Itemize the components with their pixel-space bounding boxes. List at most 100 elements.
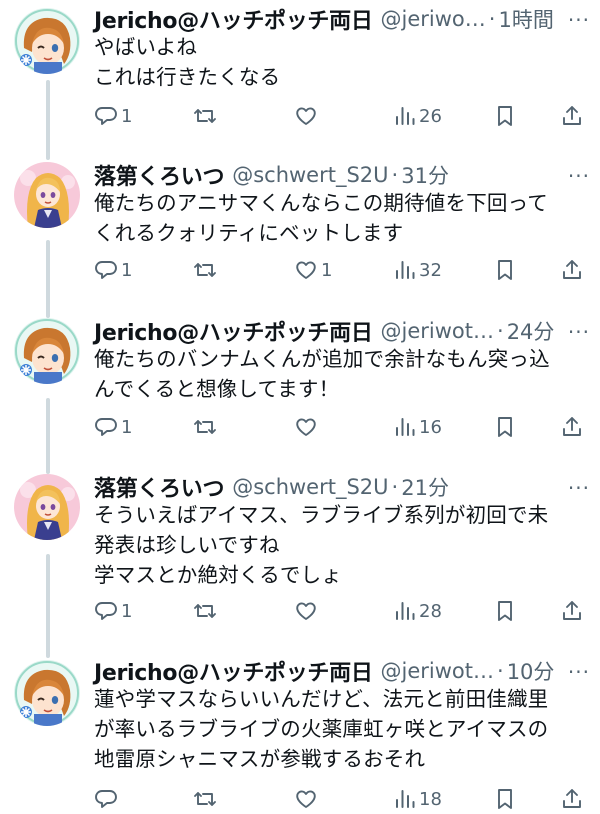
avatar[interactable] bbox=[14, 660, 80, 726]
views-count: 32 bbox=[419, 259, 442, 281]
more-options-icon[interactable]: ··· bbox=[568, 660, 590, 684]
share-button[interactable] bbox=[560, 412, 584, 442]
like-button[interactable]: 1 bbox=[294, 255, 332, 285]
bookmark-icon bbox=[494, 787, 516, 811]
avatar[interactable] bbox=[14, 8, 80, 74]
tweet[interactable]: 落第くろいつ @schwert_S2U · 31分 ··· 俺たちのアニサマくん… bbox=[0, 158, 600, 298]
share-icon bbox=[560, 415, 584, 439]
tweet[interactable]: Jericho@ハッチポッチ両日 @jeriwot… · 24分 ··· 俺たち… bbox=[0, 314, 600, 454]
tweet-text-line: 地雷原シャニマスが参戦するおそれ bbox=[94, 747, 426, 771]
reply-icon bbox=[94, 787, 118, 811]
retweet-icon bbox=[192, 787, 218, 811]
retweet-icon bbox=[192, 599, 218, 623]
bookmark-button[interactable] bbox=[494, 255, 516, 285]
views-icon bbox=[394, 104, 416, 128]
like-button[interactable] bbox=[294, 101, 321, 131]
separator-dot: · bbox=[497, 319, 504, 343]
reply-count: 1 bbox=[121, 600, 133, 622]
tweet[interactable]: Jericho@ハッチポッチ両日 @jeriwot… · 10分 ··· 蓮や学… bbox=[0, 654, 600, 810]
tweet-header: Jericho@ハッチポッチ両日 @jeriwot… · 24分 bbox=[94, 314, 600, 348]
retweet-button[interactable] bbox=[192, 412, 221, 442]
views-count: 16 bbox=[419, 416, 442, 438]
bookmark-icon bbox=[494, 104, 516, 128]
like-button[interactable] bbox=[294, 596, 321, 626]
bookmark-button[interactable] bbox=[494, 101, 516, 131]
views-button[interactable]: 16 bbox=[394, 412, 442, 442]
avatar[interactable] bbox=[14, 318, 80, 384]
tweet-text-line: 学マスとか絶対くるでしょ bbox=[94, 563, 342, 587]
retweet-icon bbox=[192, 258, 218, 282]
user-handle[interactable]: @jeriwot… bbox=[381, 319, 494, 343]
user-handle[interactable]: @schwert_S2U bbox=[232, 163, 388, 187]
share-button[interactable] bbox=[560, 101, 584, 131]
timestamp[interactable]: 24分 bbox=[507, 316, 555, 346]
action-bar: 1 28 bbox=[94, 596, 600, 626]
tweet[interactable]: Jericho@ハッチポッチ両日 @jeriwo… · 1時間 ··· やばいよ… bbox=[0, 2, 600, 142]
action-bar: 1 1 32 bbox=[94, 255, 600, 285]
display-name[interactable]: 落第くろいつ bbox=[94, 159, 225, 191]
tweet-header: 落第くろいつ @schwert_S2U · 31分 bbox=[94, 158, 600, 192]
tweet-text-line: 俺たちのバンナムくんが追加で余計なもん突っ込 bbox=[94, 347, 550, 371]
bookmark-icon bbox=[494, 599, 516, 623]
share-icon bbox=[560, 104, 584, 128]
tweet-header: Jericho@ハッチポッチ両日 @jeriwo… · 1時間 bbox=[94, 2, 600, 36]
more-options-icon[interactable]: ··· bbox=[568, 8, 590, 32]
views-button[interactable]: 32 bbox=[394, 255, 442, 285]
display-name[interactable]: 落第くろいつ bbox=[94, 471, 225, 503]
views-icon bbox=[394, 599, 416, 623]
user-handle[interactable]: @schwert_S2U bbox=[232, 475, 388, 499]
user-handle[interactable]: @jeriwo… bbox=[381, 7, 486, 31]
reply-icon bbox=[94, 415, 118, 439]
separator-dot: · bbox=[488, 7, 496, 31]
tweet-text-line: 蓮や学マスならいいんだけど、法元と前田佳織里 bbox=[94, 687, 549, 711]
more-options-icon[interactable]: ··· bbox=[568, 164, 590, 188]
tweet[interactable]: 落第くろいつ @schwert_S2U · 21分 ··· そういえばアイマス、… bbox=[0, 470, 600, 640]
timestamp[interactable]: 10分 bbox=[507, 656, 555, 686]
heart-icon bbox=[294, 258, 318, 282]
tweet-text-line: やばいよね bbox=[94, 35, 198, 59]
reply-button[interactable]: 1 bbox=[94, 255, 132, 285]
like-button[interactable] bbox=[294, 412, 321, 442]
more-options-icon[interactable]: ··· bbox=[568, 476, 590, 500]
user-handle[interactable]: @jeriwot… bbox=[381, 659, 494, 683]
retweet-button[interactable] bbox=[192, 596, 221, 626]
action-bar: 1 26 bbox=[94, 101, 600, 131]
views-button[interactable]: 26 bbox=[394, 101, 442, 131]
tweet-text-line: が率いるラブライブの火薬庫虹ヶ咲とアイマスの bbox=[94, 717, 549, 741]
tweet-header: 落第くろいつ @schwert_S2U · 21分 bbox=[94, 470, 600, 504]
timestamp[interactable]: 21分 bbox=[401, 472, 449, 502]
heart-icon bbox=[294, 104, 318, 128]
views-button[interactable]: 28 bbox=[394, 596, 442, 626]
reply-icon bbox=[94, 599, 118, 623]
bookmark-button[interactable] bbox=[494, 412, 516, 442]
reply-button[interactable]: 1 bbox=[94, 412, 132, 442]
bookmark-icon bbox=[494, 415, 516, 439]
action-bar: 1 16 bbox=[94, 412, 600, 442]
avatar[interactable] bbox=[14, 162, 80, 228]
separator-dot: · bbox=[391, 163, 399, 187]
display-name[interactable]: Jericho@ハッチポッチ両日 bbox=[94, 315, 373, 347]
retweet-button[interactable] bbox=[192, 255, 221, 285]
reply-button[interactable]: 1 bbox=[94, 596, 132, 626]
views-icon bbox=[394, 787, 416, 811]
separator-dot: · bbox=[497, 659, 504, 683]
avatar[interactable] bbox=[14, 474, 80, 540]
timestamp[interactable]: 1時間 bbox=[498, 4, 553, 34]
views-icon bbox=[394, 415, 416, 439]
views-icon bbox=[394, 258, 416, 282]
share-button[interactable] bbox=[560, 596, 584, 626]
share-button[interactable] bbox=[560, 255, 584, 285]
tweet-text-line: んでくると想像してます！ bbox=[94, 377, 340, 401]
display-name[interactable]: Jericho@ハッチポッチ両日 bbox=[94, 3, 373, 35]
retweet-icon bbox=[192, 415, 218, 439]
heart-icon bbox=[294, 599, 318, 623]
tweet-header: Jericho@ハッチポッチ両日 @jeriwot… · 10分 bbox=[94, 654, 600, 688]
retweet-button[interactable] bbox=[192, 101, 221, 131]
timestamp[interactable]: 31分 bbox=[401, 160, 449, 190]
bookmark-button[interactable] bbox=[494, 596, 516, 626]
reply-button[interactable]: 1 bbox=[94, 101, 132, 131]
more-options-icon[interactable]: ··· bbox=[568, 320, 590, 344]
tweet-text-line: くれるクォリティにベットします bbox=[94, 221, 404, 245]
display-name[interactable]: Jericho@ハッチポッチ両日 bbox=[94, 655, 373, 687]
retweet-icon bbox=[192, 104, 218, 128]
